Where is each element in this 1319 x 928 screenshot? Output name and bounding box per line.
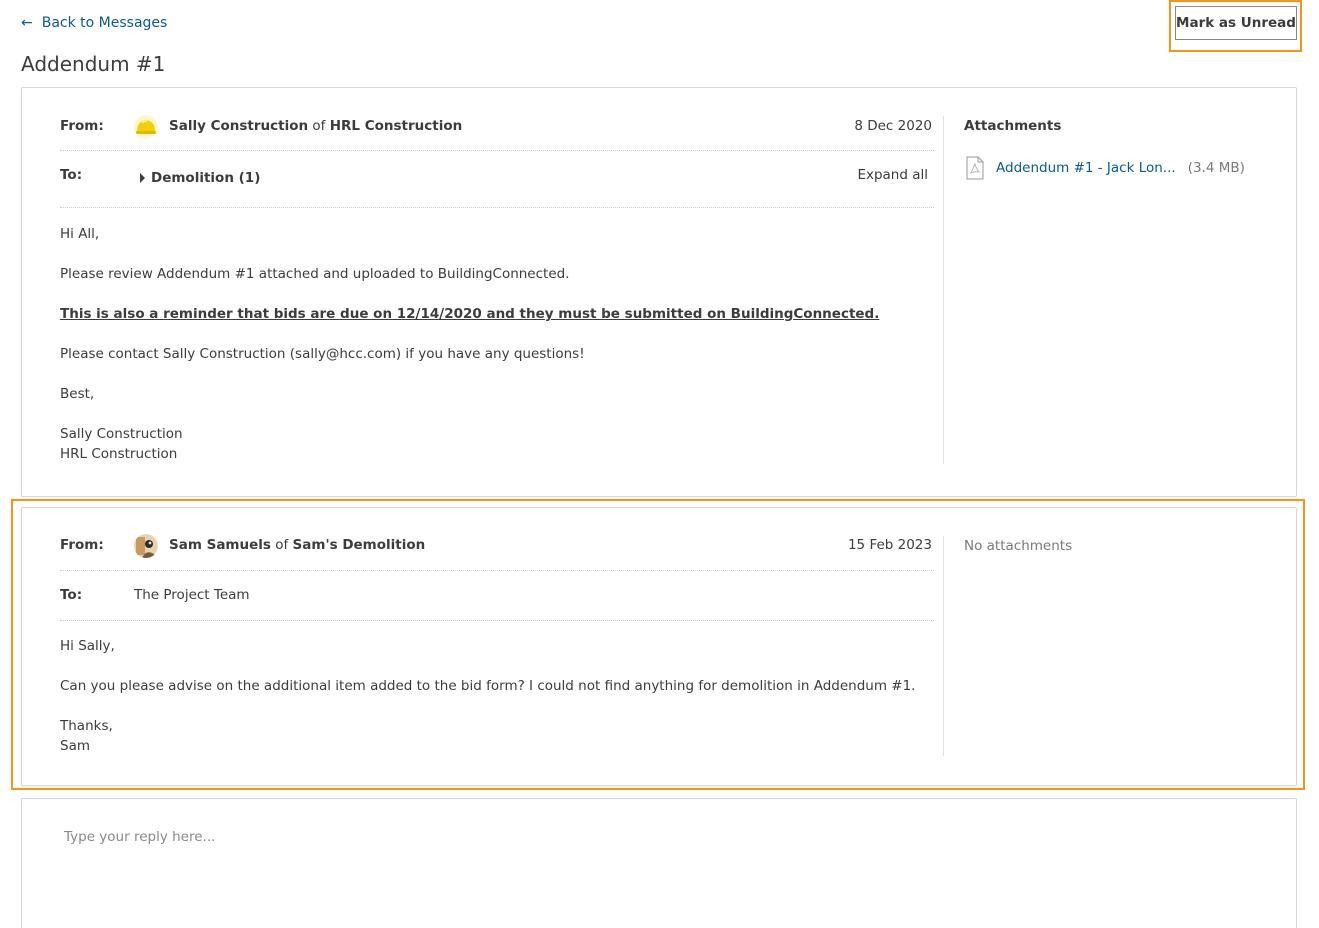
divider <box>60 207 934 208</box>
sender-name: Sally Construction <box>169 118 309 134</box>
arrow-left-icon: ← <box>21 15 33 31</box>
body-line: Please review Addendum #1 attached and u… <box>60 266 570 282</box>
expand-all-link[interactable]: Expand all <box>857 167 928 183</box>
sender-avatar <box>134 115 158 139</box>
sender-of: of <box>312 118 326 134</box>
message-highlight <box>11 499 1305 790</box>
attachment-size: (3.4 MB) <box>1187 160 1245 176</box>
reply-input[interactable] <box>64 829 1264 845</box>
recipient-group-toggle[interactable]: Demolition (1) <box>140 170 260 186</box>
back-link-label: Back to Messages <box>41 15 168 31</box>
column-separator <box>943 116 944 464</box>
signature-company: HRL Construction <box>60 446 178 462</box>
recipient-group-label: Demolition (1) <box>151 170 261 186</box>
body-greeting: Hi All, <box>60 226 100 242</box>
attachment-name[interactable]: Addendum #1 - Jack Lon... <box>996 160 1176 176</box>
pdf-file-icon <box>966 156 984 180</box>
to-label: To: <box>60 167 83 183</box>
sender-line: Sally Construction of HRL Construction <box>169 118 462 134</box>
body-line: Please contact Sally Construction (sally… <box>60 346 585 362</box>
sender-company: HRL Construction <box>329 118 463 134</box>
divider <box>60 150 934 151</box>
reply-box <box>21 798 1297 928</box>
from-label: From: <box>60 118 104 134</box>
hard-hat-icon <box>134 115 158 139</box>
page-title: Addendum #1 <box>21 52 166 76</box>
attachments-title: Attachments <box>964 118 1062 134</box>
back-to-messages-link[interactable]: ← Back to Messages <box>21 15 167 31</box>
message-card: From: Sally Construction of HRL Construc… <box>21 87 1297 497</box>
body-reminder: This is also a reminder that bids are du… <box>60 306 880 322</box>
message-date: 8 Dec 2020 <box>854 118 932 134</box>
mark-as-unread-button[interactable]: Mark as Unread <box>1175 6 1297 40</box>
caret-right-icon <box>140 173 145 183</box>
attachment-item[interactable]: Addendum #1 - Jack Lon... (3.4 MB) <box>966 156 1245 180</box>
body-signoff: Best, <box>60 386 95 402</box>
signature-name: Sally Construction <box>60 426 183 442</box>
message-body: Hi All, Please review Addendum #1 attach… <box>60 224 879 464</box>
